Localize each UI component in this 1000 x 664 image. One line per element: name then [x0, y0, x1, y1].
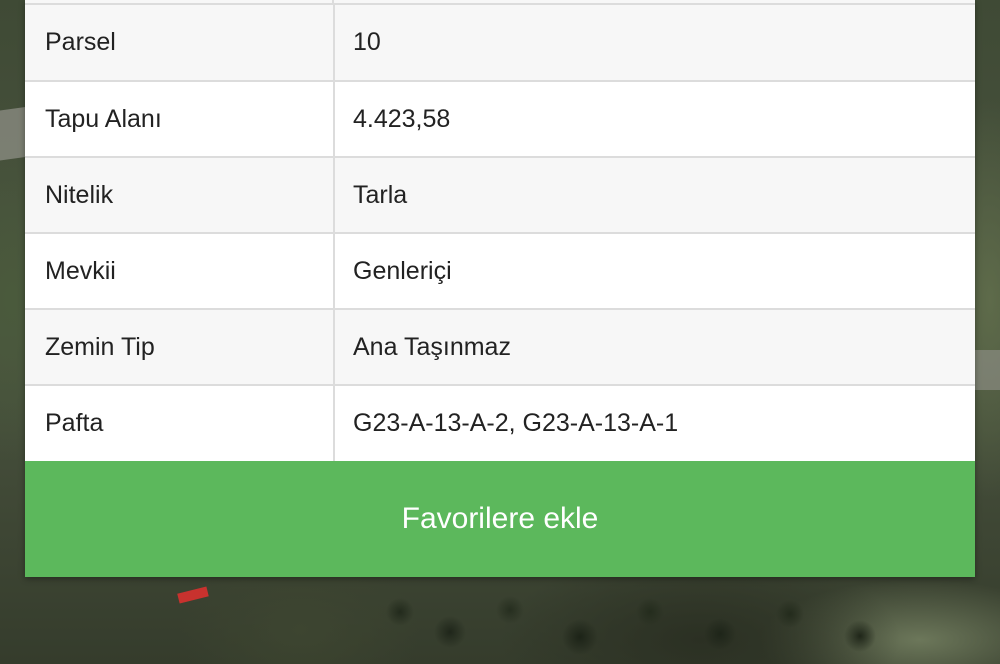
row-value: 4.423,58 [334, 81, 975, 158]
map-tree-cover [380, 592, 900, 664]
table-row-pafta: Pafta G23-A-13-A-2, G23-A-13-A-1 [25, 385, 975, 461]
row-label: Zemin Tip [25, 309, 335, 386]
row-value: G23-A-13-A-2, G23-A-13-A-1 [334, 385, 975, 461]
parcel-boundary-marker [177, 586, 209, 604]
row-value: 10 [334, 5, 975, 82]
row-value: Tarla [334, 157, 975, 234]
row-label: Nitelik [25, 157, 335, 234]
table-row-mevkii: Mevkii Genleriçi [25, 233, 975, 310]
parcel-info-table: Parsel 10 Tapu Alanı 4.423,58 Nitelik Ta… [25, 5, 975, 461]
row-label: Mevkii [25, 233, 335, 310]
table-row-tapu-alani: Tapu Alanı 4.423,58 [25, 81, 975, 158]
row-value: Ana Taşınmaz [334, 309, 975, 386]
table-row-nitelik: Nitelik Tarla [25, 157, 975, 234]
add-to-favorites-button[interactable]: Favorilere ekle [25, 461, 975, 577]
row-label: Parsel [25, 5, 335, 82]
parcel-info-panel: Parsel 10 Tapu Alanı 4.423,58 Nitelik Ta… [25, 0, 975, 577]
row-value: Genleriçi [334, 233, 975, 310]
map-road [0, 106, 28, 164]
row-label: Pafta [25, 385, 335, 461]
table-row-zemin-tip: Zemin Tip Ana Taşınmaz [25, 309, 975, 386]
map-road [972, 350, 1000, 390]
table-row-parsel: Parsel 10 [25, 5, 975, 82]
row-label: Tapu Alanı [25, 81, 335, 158]
